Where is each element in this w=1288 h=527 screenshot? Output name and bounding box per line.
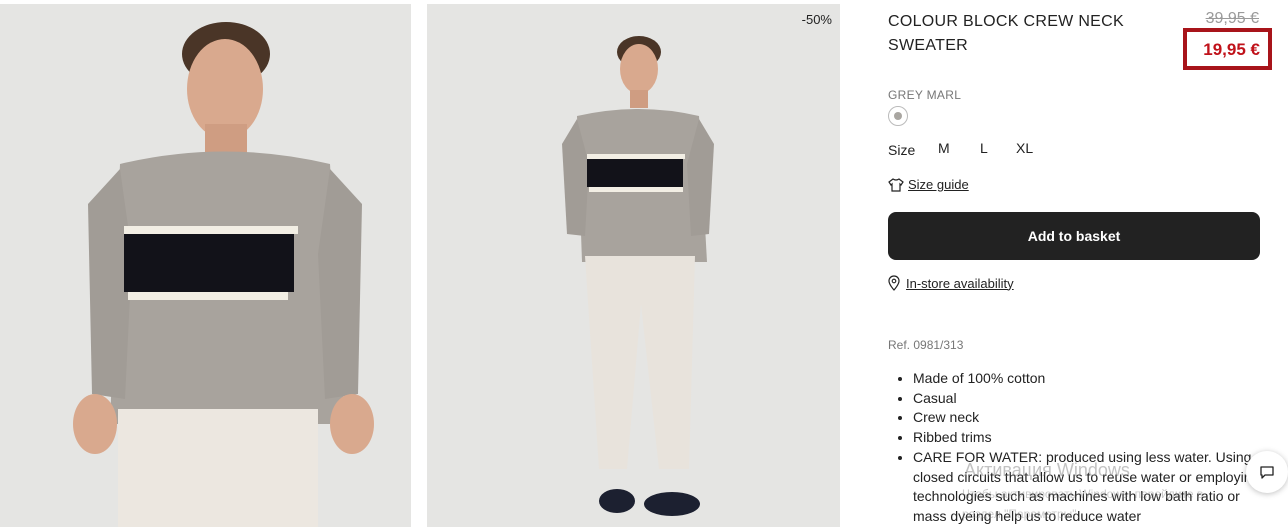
size-label: Size bbox=[888, 142, 916, 158]
size-option-xl[interactable]: XL bbox=[1016, 140, 1033, 156]
product-info-panel: COLOUR BLOCK CREW NECK SWEATER 39,95 € 1… bbox=[888, 0, 1288, 527]
original-price: 39,95 € bbox=[1205, 10, 1259, 27]
feature-item: CARE FOR WATER: produced using less wate… bbox=[913, 448, 1273, 527]
size-guide-link[interactable]: Size guide bbox=[888, 177, 969, 192]
model-photo-full-body bbox=[427, 4, 840, 527]
discount-badge: -50% bbox=[801, 12, 832, 27]
product-title: COLOUR BLOCK CREW NECK SWEATER bbox=[888, 13, 1124, 54]
size-option-l[interactable]: L bbox=[980, 140, 988, 156]
product-reference: Ref. 0981/313 bbox=[888, 338, 964, 352]
chat-bubble-icon bbox=[1260, 466, 1274, 479]
in-store-availability-link[interactable]: In-store availability bbox=[888, 275, 1014, 291]
sale-price-highlight: 19,95 € bbox=[1183, 28, 1272, 70]
color-name: GREY MARL bbox=[888, 88, 962, 102]
color-swatch-grey-marl[interactable] bbox=[888, 106, 908, 126]
chat-button[interactable] bbox=[1246, 451, 1288, 493]
in-store-availability-label: In-store availability bbox=[906, 275, 1014, 291]
feature-item: Crew neck bbox=[913, 408, 1273, 428]
size-option-m[interactable]: M bbox=[938, 140, 950, 156]
feature-list: Made of 100% cotton Casual Crew neck Rib… bbox=[913, 369, 1273, 527]
feature-item: Made of 100% cotton bbox=[913, 369, 1273, 389]
add-to-basket-button[interactable]: Add to basket bbox=[888, 212, 1260, 260]
product-image-full[interactable]: -50% bbox=[427, 4, 840, 527]
size-guide-label: Size guide bbox=[908, 177, 969, 192]
feature-item: Casual bbox=[913, 389, 1273, 409]
tshirt-icon bbox=[888, 177, 904, 192]
location-pin-icon bbox=[888, 275, 900, 291]
sale-price: 19,95 € bbox=[1203, 40, 1260, 59]
model-photo-closeup bbox=[0, 4, 411, 527]
feature-item: Ribbed trims bbox=[913, 428, 1273, 448]
product-image-front[interactable] bbox=[0, 4, 411, 527]
